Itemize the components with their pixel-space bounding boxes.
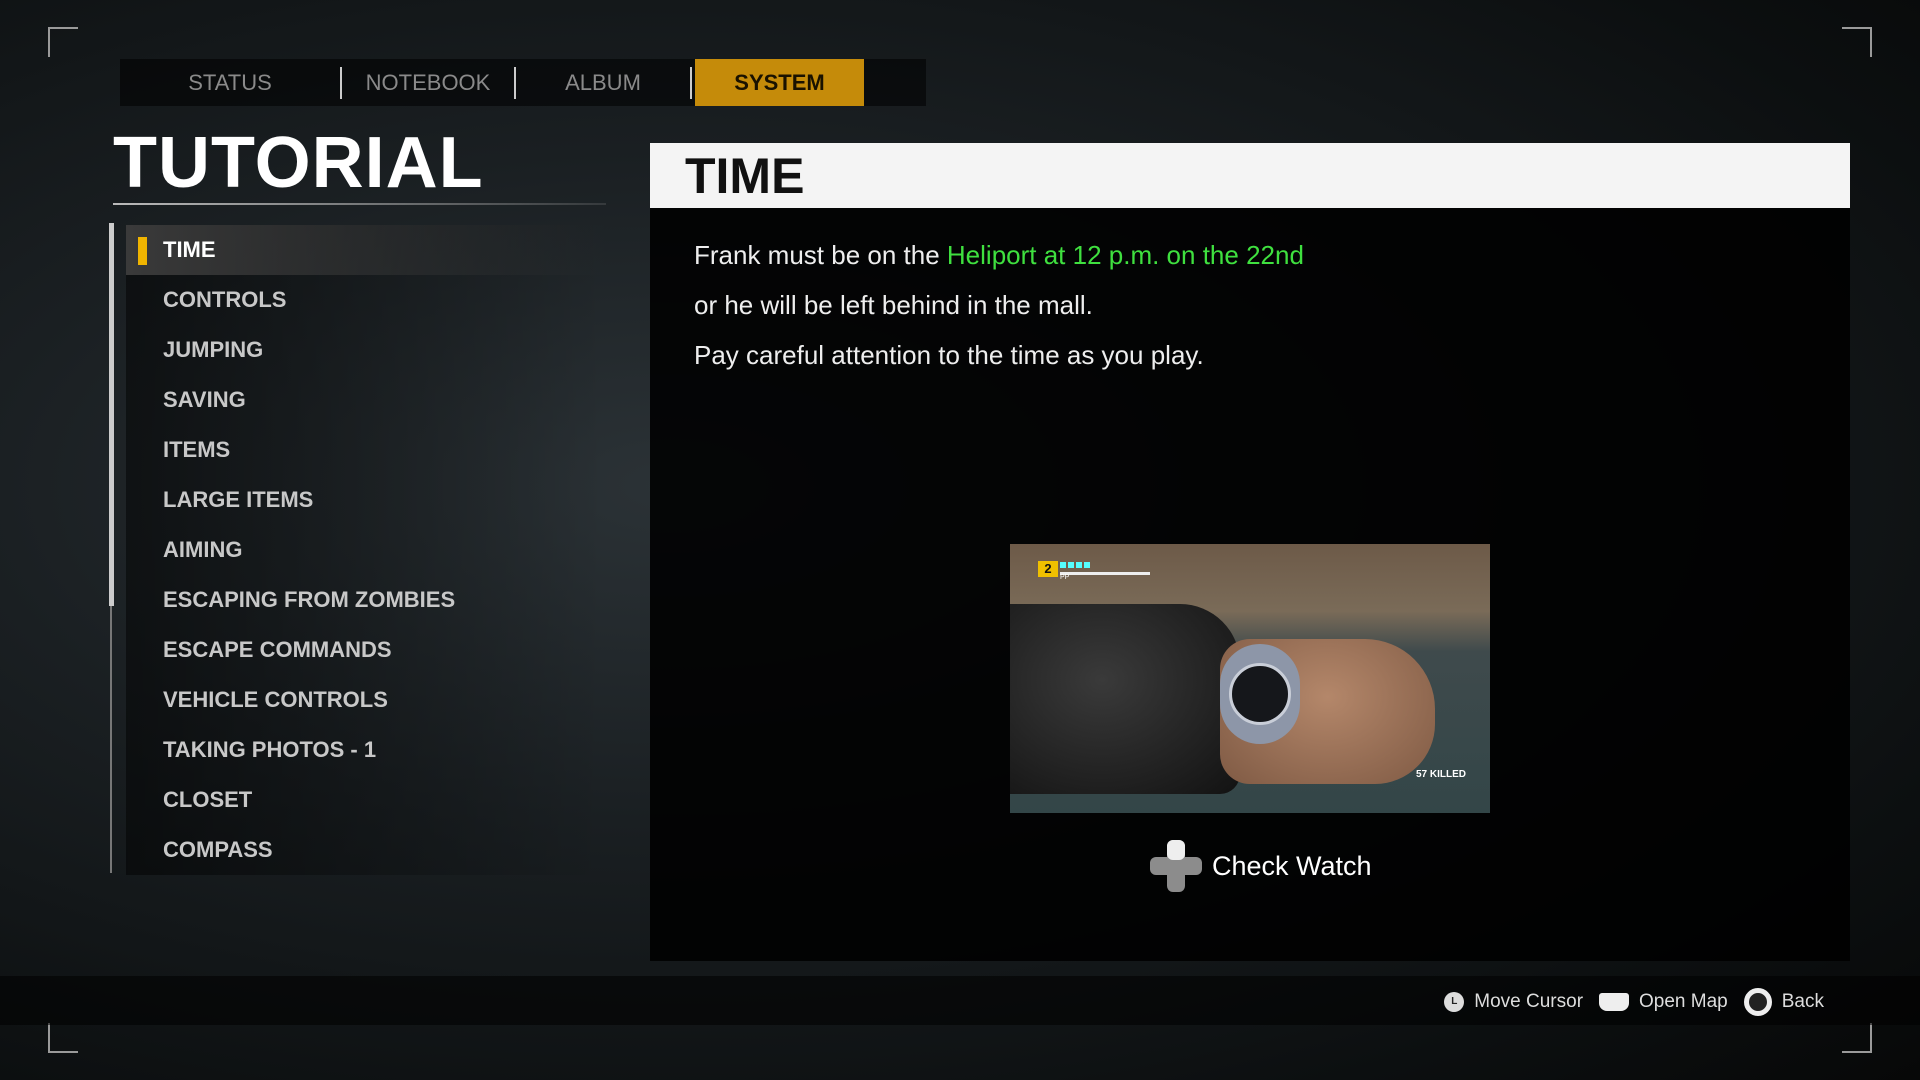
circle-button-icon [1743,988,1772,1016]
content-heading: TIME [650,143,1850,208]
selection-marker [138,237,147,265]
list-item-vehicle-controls[interactable]: VEHICLE CONTROLS [126,675,606,725]
corner-bracket [48,1023,78,1053]
list-item-aiming[interactable]: AIMING [126,525,606,575]
list-item-taking-photos-1[interactable]: TAKING PHOTOS - 1 [126,725,606,775]
list-item-jumping[interactable]: JUMPING [126,325,606,375]
hud-pp-label: PP [1060,574,1070,581]
prompt-label: Check Watch [1212,850,1372,881]
corner-bracket [1842,27,1872,57]
title-underline [113,203,606,205]
list-item-label: TIME [163,237,216,262]
left-stick-icon: L [1444,992,1465,1012]
tutorial-screenshot: 2 PP 57 KILLED [1010,544,1490,813]
text: Frank must be on the [694,240,947,270]
scrollbar-thumb[interactable] [109,223,114,606]
hint-move-cursor[interactable]: L Move Cursor [1444,991,1583,1013]
list-item-escape-commands[interactable]: ESCAPE COMMANDS [126,625,606,675]
corner-bracket [1842,1023,1872,1053]
hud-level: 2 [1038,561,1058,577]
tab-system[interactable]: SYSTEM [695,59,864,106]
check-watch-prompt: Check Watch [1150,840,1372,892]
list-item-escaping-from-zombies[interactable]: ESCAPING FROM ZOMBIES [126,575,606,625]
kill-count: 57 KILLED [1415,769,1466,780]
hint-label: Back [1781,991,1824,1012]
hint-open-map[interactable]: Open Map [1599,991,1728,1013]
description-line-2: or he will be left behind in the mall. [694,290,1093,320]
touchpad-icon [1599,993,1630,1011]
tab-bar: STATUS NOTEBOOK ALBUM SYSTEM [120,59,926,106]
content-panel: TIME Frank must be on the Heliport at 12… [650,143,1850,961]
list-item-closet[interactable]: CLOSET [126,775,606,825]
corner-bracket [48,27,78,57]
list-item-items[interactable]: ITEMS [126,425,606,475]
hud-pp-bar [1060,572,1150,575]
tutorial-list: TIME CONTROLS JUMPING SAVING ITEMS LARGE… [126,225,606,875]
list-item-compass[interactable]: COMPASS [126,825,606,875]
list-item-large-items[interactable]: LARGE ITEMS [126,475,606,525]
tab-album[interactable]: ALBUM [516,59,690,106]
list-item-time[interactable]: TIME [126,225,606,275]
hint-back[interactable]: Back [1743,988,1824,1016]
hud-health-pips [1060,562,1090,568]
hint-label: Move Cursor [1474,991,1584,1012]
list-item-saving[interactable]: SAVING [126,375,606,425]
list-item-controls[interactable]: CONTROLS [126,275,606,325]
hint-label: Open Map [1639,991,1728,1012]
tab-separator [690,66,692,99]
description-line-1: Frank must be on the Heliport at 12 p.m.… [694,240,1304,271]
tab-status[interactable]: STATUS [120,59,340,106]
dpad-up-icon [1150,840,1202,892]
highlight-text: Heliport at 12 p.m. on the 22nd [946,240,1304,270]
description-line-3: Pay careful attention to the time as you… [694,340,1204,370]
page-title: TUTORIAL [113,123,484,203]
jacket-sleeve [1010,604,1240,794]
tab-notebook[interactable]: NOTEBOOK [342,59,514,106]
button-hints: L Move Cursor Open Map Back [1438,988,1824,1016]
watch-icon [1220,644,1300,744]
